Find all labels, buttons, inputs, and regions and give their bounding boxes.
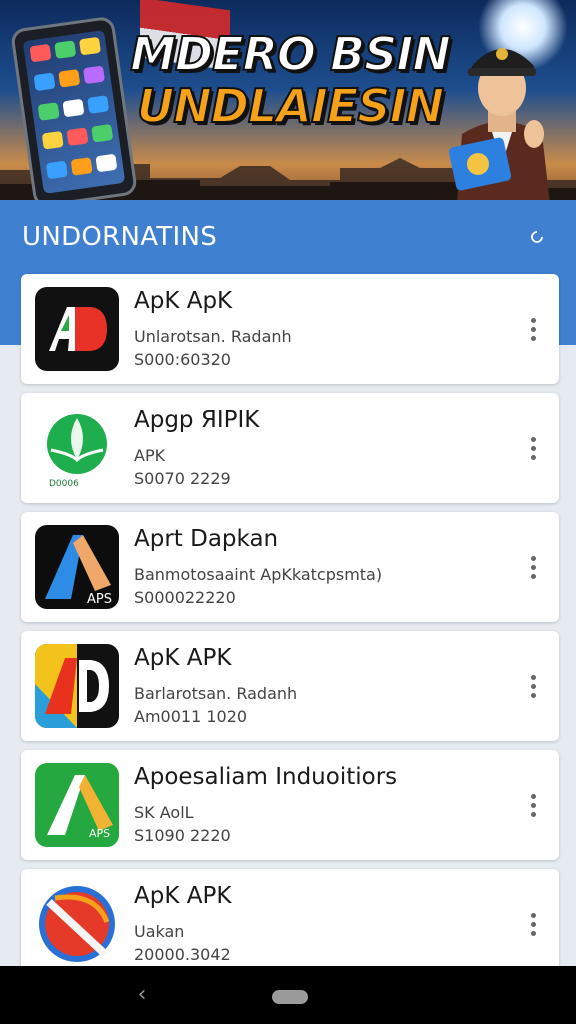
svg-text:APS: APS: [89, 827, 110, 840]
app-title: ApK APK: [134, 883, 232, 909]
app-title: Apgp ЯIPIK: [134, 407, 260, 433]
red-blue-circle-logo-icon: [35, 882, 119, 966]
home-pill-icon[interactable]: [272, 990, 308, 1004]
ad-color-logo-icon: [35, 644, 119, 728]
app-subtitle: Barlarotsan. Radanh: [134, 684, 298, 703]
banner-title: MDERO BSIN UNDLAIESIN: [100, 27, 480, 133]
header-banner: MDERO BSIN UNDLAIESIN: [0, 0, 576, 200]
app-meta: S000022220: [134, 588, 236, 607]
app-subtitle: Unlarotsan. Radanh: [134, 327, 292, 346]
list-item[interactable]: ApK APK Barlarotsan. Radanh Am0011 1020: [21, 631, 559, 741]
list-item[interactable]: ApK ApK Unlarotsan. Radanh S000:60320: [21, 274, 559, 384]
list-item[interactable]: D0006 Apgp ЯIPIK APK S0070 2229: [21, 393, 559, 503]
app-meta: 20000.3042: [134, 945, 231, 964]
app-meta: S0070 2229: [134, 469, 231, 488]
app-meta: S1090 2220: [134, 826, 231, 845]
svg-text:APS: APS: [87, 592, 112, 607]
back-chevron-icon[interactable]: ‹: [132, 982, 152, 1008]
system-nav-bar: ‹: [0, 966, 576, 1024]
more-options-icon[interactable]: [523, 314, 543, 344]
more-options-icon[interactable]: [523, 909, 543, 939]
app-title: ApK ApK: [134, 288, 233, 314]
app-title: Apoesaliam Induoitiors: [134, 764, 398, 790]
app-subtitle: APK: [134, 446, 166, 465]
green-a-logo-icon: APS: [35, 763, 119, 847]
app-list: ApK ApK Unlarotsan. Radanh S000:60320 D0…: [21, 274, 559, 988]
officer-illustration: [448, 48, 550, 200]
more-options-icon[interactable]: [523, 671, 543, 701]
app-subtitle: SK AolL: [134, 803, 194, 822]
more-options-icon[interactable]: [523, 433, 543, 463]
refresh-icon[interactable]: [526, 226, 548, 248]
green-leaf-logo-icon: D0006: [35, 406, 119, 490]
list-item[interactable]: APS Aprt Dapkan Banmotosaaint ApKkatcpsm…: [21, 512, 559, 622]
more-options-icon[interactable]: [523, 790, 543, 820]
more-options-icon[interactable]: [523, 552, 543, 582]
page-title: UNDORNATINS: [22, 222, 218, 252]
svg-text:D0006: D0006: [49, 479, 79, 489]
app-meta: Am0011 1020: [134, 707, 248, 726]
banner-title-line1: MDERO BSIN: [129, 27, 452, 81]
banner-title-line2: UNDLAIESIN: [136, 79, 445, 133]
app-subtitle: Uakan: [134, 922, 185, 941]
app-meta: S000:60320: [134, 350, 231, 369]
list-item[interactable]: APS Apoesaliam Induoitiors SK AolL S1090…: [21, 750, 559, 860]
list-item[interactable]: ApK APK Uakan 20000.3042: [21, 869, 559, 979]
app-subtitle: Banmotosaaint ApKkatcpsmta): [134, 565, 383, 584]
app-title: Aprt Dapkan: [134, 526, 279, 552]
app-title: ApK APK: [134, 645, 232, 671]
a-aps-logo-icon: APS: [35, 525, 119, 609]
ad-logo-icon: [35, 287, 119, 371]
